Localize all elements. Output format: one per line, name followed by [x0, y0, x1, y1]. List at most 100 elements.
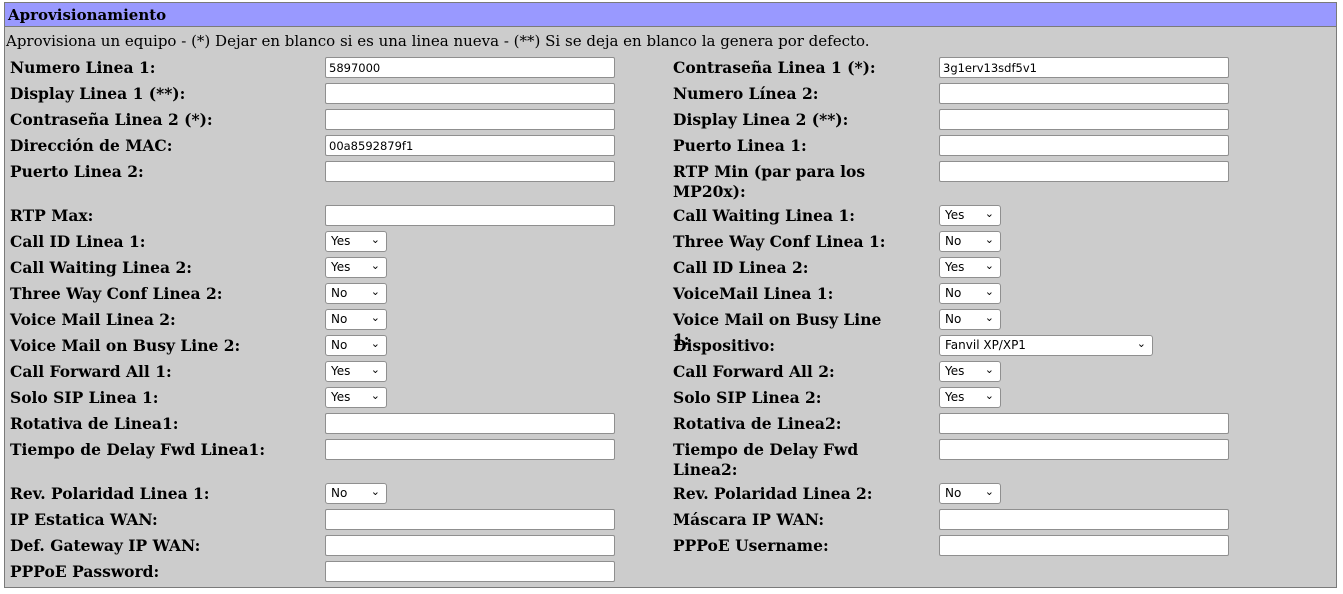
polaridad1-label: Rev. Polaridad Linea 1:	[10, 484, 210, 503]
chevron-down-icon: ⌄	[984, 485, 994, 498]
chevron-down-icon: ⌄	[984, 311, 994, 324]
gateway-wan-label: Def. Gateway IP WAN:	[10, 536, 201, 555]
chevron-down-icon: ⌄	[370, 363, 380, 376]
voicemail1-value: No	[945, 286, 962, 300]
rtp-min-input[interactable]	[939, 161, 1229, 182]
polaridad2-select[interactable]: No ⌄	[939, 483, 1001, 504]
rtp-max-input[interactable]	[325, 205, 615, 226]
ip-wan-input[interactable]	[325, 509, 615, 530]
dispositivo-select[interactable]: Fanvil XP/XP1 ⌄	[939, 335, 1153, 356]
cfa1-value: Yes	[331, 364, 351, 378]
polaridad1-select[interactable]: No ⌄	[325, 483, 387, 504]
call-id2-value: Yes	[945, 260, 965, 274]
numero-linea1-input[interactable]	[325, 57, 615, 78]
mac-input[interactable]	[325, 135, 615, 156]
polaridad2-label: Rev. Polaridad Linea 2:	[673, 484, 873, 503]
numero-linea2-label: Numero Línea 2:	[673, 84, 819, 103]
voicemail1-label: VoiceMail Linea 1:	[673, 284, 834, 303]
chevron-down-icon: ⌄	[984, 233, 994, 246]
display-linea2-input[interactable]	[939, 109, 1229, 130]
polaridad2-value: No	[945, 486, 962, 500]
puerto-linea1-input[interactable]	[939, 135, 1229, 156]
pppoe-pass-label: PPPoE Password:	[10, 562, 160, 581]
puerto-linea2-label: Puerto Linea 2:	[10, 162, 144, 181]
call-id1-label: Call ID Linea 1:	[10, 232, 146, 251]
display-linea1-input[interactable]	[325, 83, 615, 104]
rotativa2-input[interactable]	[939, 413, 1229, 434]
voicemail2-select[interactable]: No ⌄	[325, 309, 387, 330]
vm-busy1-value: No	[945, 312, 962, 326]
gateway-wan-input[interactable]	[325, 535, 615, 556]
cfa2-value: Yes	[945, 364, 965, 378]
three-way2-value: No	[331, 286, 348, 300]
panel-title: Aprovisionamiento	[8, 6, 167, 24]
cfa1-label: Call Forward All 1:	[10, 362, 172, 381]
cfa1-select[interactable]: Yes ⌄	[325, 361, 387, 382]
dispositivo-value: Fanvil XP/XP1	[945, 338, 1026, 352]
pppoe-user-label: PPPoE Username:	[673, 536, 829, 555]
delay-fwd1-label: Tiempo de Delay Fwd Linea1:	[10, 440, 266, 459]
contrasena-linea1-input[interactable]	[939, 57, 1229, 78]
chevron-down-icon: ⌄	[984, 363, 994, 376]
three-way1-select[interactable]: No ⌄	[939, 231, 1001, 252]
chevron-down-icon: ⌄	[984, 389, 994, 402]
voicemail2-value: No	[331, 312, 348, 326]
three-way1-value: No	[945, 234, 962, 248]
chevron-down-icon: ⌄	[370, 233, 380, 246]
chevron-down-icon: ⌄	[370, 337, 380, 350]
chevron-down-icon: ⌄	[370, 485, 380, 498]
delay-fwd1-input[interactable]	[325, 439, 615, 460]
solo-sip1-value: Yes	[331, 390, 351, 404]
cfa2-label: Call Forward All 2:	[673, 362, 835, 381]
display-linea2-label: Display Linea 2 (**):	[673, 110, 849, 129]
chevron-down-icon: ⌄	[370, 311, 380, 324]
chevron-down-icon: ⌄	[984, 285, 994, 298]
numero-linea1-label: Numero Linea 1:	[10, 58, 156, 77]
vm-busy2-select[interactable]: No ⌄	[325, 335, 387, 356]
three-way1-label: Three Way Conf Linea 1:	[673, 232, 886, 251]
call-waiting1-select[interactable]: Yes ⌄	[939, 205, 1001, 226]
rotativa1-label: Rotativa de Linea1:	[10, 414, 179, 433]
call-waiting1-value: Yes	[945, 208, 965, 222]
numero-linea2-input[interactable]	[939, 83, 1229, 104]
mascara-wan-label: Máscara IP WAN:	[673, 510, 825, 529]
voicemail2-label: Voice Mail Linea 2:	[10, 310, 176, 329]
rtp-max-label: RTP Max:	[10, 206, 94, 225]
panel-header: Aprovisionamiento	[5, 3, 1336, 27]
solo-sip2-select[interactable]: Yes ⌄	[939, 387, 1001, 408]
dispositivo-label: Dispositivo:	[673, 336, 775, 355]
panel-description: Aprovisiona un equipo - (*) Dejar en bla…	[6, 32, 870, 50]
vm-busy2-value: No	[331, 338, 348, 352]
chevron-down-icon: ⌄	[984, 259, 994, 272]
call-id2-select[interactable]: Yes ⌄	[939, 257, 1001, 278]
three-way2-select[interactable]: No ⌄	[325, 283, 387, 304]
rotativa1-input[interactable]	[325, 413, 615, 434]
mascara-wan-input[interactable]	[939, 509, 1229, 530]
chevron-down-icon: ⌄	[984, 207, 994, 220]
call-waiting2-label: Call Waiting Linea 2:	[10, 258, 192, 277]
delay-fwd2-input[interactable]	[939, 439, 1229, 460]
puerto-linea2-input[interactable]	[325, 161, 615, 182]
chevron-down-icon: ⌄	[370, 389, 380, 402]
solo-sip1-select[interactable]: Yes ⌄	[325, 387, 387, 408]
call-waiting2-value: Yes	[331, 260, 351, 274]
vm-busy1-select[interactable]: No ⌄	[939, 309, 1001, 330]
call-id1-select[interactable]: Yes ⌄	[325, 231, 387, 252]
contrasena-linea2-input[interactable]	[325, 109, 615, 130]
call-id2-label: Call ID Linea 2:	[673, 258, 809, 277]
cfa2-select[interactable]: Yes ⌄	[939, 361, 1001, 382]
chevron-down-icon: ⌄	[370, 259, 380, 272]
pppoe-user-input[interactable]	[939, 535, 1229, 556]
ip-wan-label: IP Estatica WAN:	[10, 510, 158, 529]
display-linea1-label: Display Linea 1 (**):	[10, 84, 186, 103]
puerto-linea1-label: Puerto Linea 1:	[673, 136, 807, 155]
call-waiting2-select[interactable]: Yes ⌄	[325, 257, 387, 278]
voicemail1-select[interactable]: No ⌄	[939, 283, 1001, 304]
mac-label: Dirección de MAC:	[10, 136, 173, 155]
solo-sip2-value: Yes	[945, 390, 965, 404]
contrasena-linea1-label: Contraseña Linea 1 (*):	[673, 58, 876, 77]
rtp-min-label: RTP Min (par para los MP20x):	[673, 162, 866, 201]
pppoe-pass-input[interactable]	[325, 561, 615, 582]
solo-sip2-label: Solo SIP Linea 2:	[673, 388, 822, 407]
call-id1-value: Yes	[331, 234, 351, 248]
